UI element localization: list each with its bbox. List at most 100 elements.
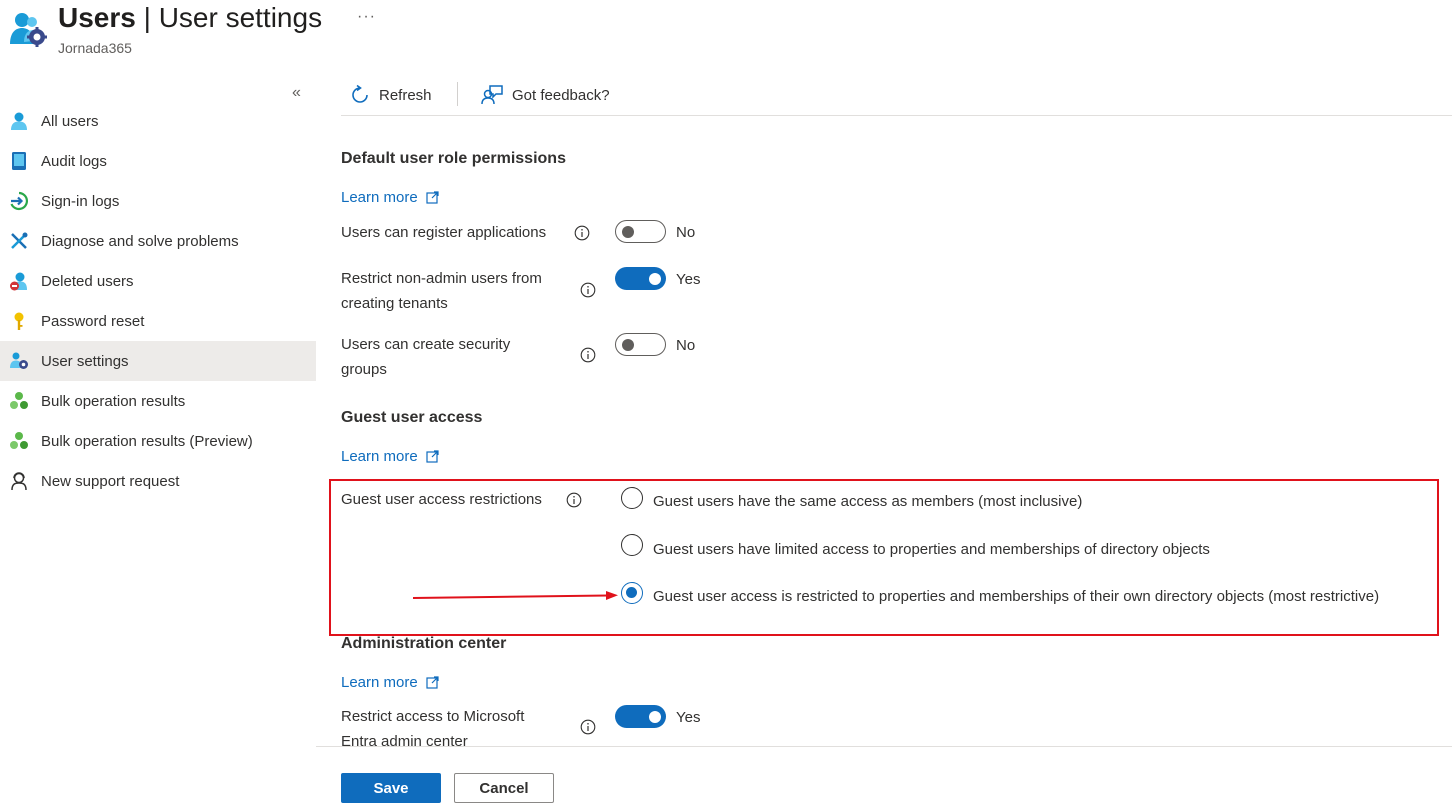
sidebar-item-bulk-results[interactable]: Bulk operation results: [0, 381, 316, 421]
sidebar-item-all-users[interactable]: All users: [0, 101, 316, 141]
setting-label-line: Entra admin center: [341, 733, 468, 750]
annotation-arrow-icon: [412, 591, 618, 600]
page-title: Users | User settings: [58, 2, 322, 34]
sidebar-item-deleted-users[interactable]: Deleted users: [0, 261, 316, 301]
feedback-label: Got feedback?: [512, 86, 610, 104]
learn-more-text: Learn more: [341, 448, 418, 465]
sidebar: « All users Audit logs Sign-in logs Diag…: [0, 80, 316, 500]
support-icon: [9, 471, 29, 491]
save-button[interactable]: Save: [341, 773, 441, 803]
sidebar-item-label: Sign-in logs: [41, 192, 120, 210]
setting-label-line: Restrict non-admin users from: [341, 270, 542, 287]
external-link-icon: [426, 191, 439, 204]
external-link-icon: [426, 450, 439, 463]
sidebar-item-label: Bulk operation results (Preview): [41, 432, 253, 450]
feedback-icon: [481, 85, 503, 105]
restrict-admin-center-toggle[interactable]: [615, 705, 666, 728]
tenant-name: Jornada365: [58, 40, 132, 56]
collapse-sidebar-button[interactable]: «: [292, 84, 301, 102]
setting-label-line: creating tenants: [341, 295, 448, 312]
users-gear-icon: [10, 13, 47, 47]
guest-restrictions-label: Guest user access restrictions: [341, 487, 542, 512]
restrict-tenants-value: Yes: [676, 271, 701, 288]
guest-option-same-access-radio[interactable]: [621, 487, 643, 509]
restrict-tenants-label: Restrict non-admin users from creating t…: [341, 266, 542, 316]
refresh-label: Refresh: [379, 86, 432, 104]
restrict-admin-center-value: Yes: [676, 709, 701, 726]
refresh-button[interactable]: Refresh: [349, 80, 432, 110]
sidebar-item-label: Audit logs: [41, 152, 107, 170]
sidebar-item-label: New support request: [41, 472, 180, 490]
feedback-button[interactable]: Got feedback?: [480, 80, 610, 110]
user-icon: [9, 111, 29, 131]
guest-access-section-title: Guest user access: [341, 409, 483, 426]
info-icon[interactable]: [574, 225, 590, 241]
guest-access-learn-more-link[interactable]: Learn more: [341, 448, 439, 465]
security-groups-value: No: [676, 337, 696, 354]
footer-divider: [316, 746, 1452, 747]
sidebar-item-bulk-results-preview[interactable]: Bulk operation results (Preview): [0, 421, 316, 461]
sidebar-item-label: All users: [41, 112, 99, 130]
learn-more-text: Learn more: [341, 189, 418, 206]
admin-center-section-title: Administration center: [341, 635, 507, 652]
info-icon[interactable]: [566, 492, 582, 508]
admin-center-learn-more-link[interactable]: Learn more: [341, 674, 439, 691]
key-icon: [9, 311, 29, 331]
setting-label-line: Users can register applications: [341, 224, 547, 241]
title-page: User settings: [158, 2, 323, 33]
sidebar-item-label: Diagnose and solve problems: [41, 232, 239, 250]
title-main: Users: [58, 2, 136, 33]
command-bar: Refresh Got feedback?: [341, 76, 1452, 116]
toolbar-divider: [457, 82, 458, 106]
setting-label-line: groups: [341, 361, 387, 378]
guest-option-restricted-label[interactable]: Guest user access is restricted to prope…: [653, 588, 1379, 605]
setting-label-line: Guest user access restrictions: [341, 491, 542, 508]
learn-more-text: Learn more: [341, 674, 418, 691]
info-icon[interactable]: [580, 282, 596, 298]
audit-log-icon: [9, 151, 29, 171]
sidebar-item-diagnose[interactable]: Diagnose and solve problems: [0, 221, 316, 261]
security-groups-toggle[interactable]: [615, 333, 666, 356]
title-separator: |: [135, 2, 159, 33]
toggle-knob: [649, 710, 661, 723]
cancel-button[interactable]: Cancel: [454, 773, 554, 803]
register-apps-toggle[interactable]: [615, 220, 666, 243]
bulk-preview-icon: [9, 431, 29, 451]
setting-label-line: Users can create security: [341, 336, 511, 353]
refresh-icon: [352, 84, 368, 103]
toggle-knob: [649, 272, 661, 285]
sidebar-item-user-settings[interactable]: User settings: [0, 341, 316, 381]
external-link-icon: [426, 676, 439, 689]
sidebar-item-audit-logs[interactable]: Audit logs: [0, 141, 316, 181]
sidebar-item-new-support-request[interactable]: New support request: [0, 461, 316, 501]
default-role-learn-more-link[interactable]: Learn more: [341, 189, 439, 206]
radio-selected-dot: [626, 587, 637, 598]
info-icon[interactable]: [580, 347, 596, 363]
guest-option-same-access-label[interactable]: Guest users have the same access as memb…: [653, 493, 1082, 510]
deleted-user-icon: [9, 271, 29, 291]
user-settings-icon: [9, 351, 29, 371]
register-apps-value: No: [676, 224, 696, 241]
sidebar-item-password-reset[interactable]: Password reset: [0, 301, 316, 341]
security-groups-label: Users can create security groups: [341, 332, 510, 382]
sidebar-item-label: Password reset: [41, 312, 145, 330]
bulk-icon: [9, 391, 29, 411]
guest-option-limited-access-radio[interactable]: [621, 534, 643, 556]
sidebar-item-label: Bulk operation results: [41, 392, 186, 410]
sign-in-icon: [9, 191, 29, 211]
toggle-knob: [622, 339, 634, 351]
more-options-button[interactable]: ···: [357, 8, 376, 26]
sidebar-item-sign-in-logs[interactable]: Sign-in logs: [0, 181, 316, 221]
toggle-knob: [622, 226, 634, 238]
sidebar-item-label: Deleted users: [41, 272, 134, 290]
info-icon[interactable]: [580, 719, 596, 735]
register-apps-label: Users can register applications: [341, 220, 546, 245]
restrict-tenants-toggle[interactable]: [615, 267, 666, 290]
sidebar-item-label: User settings: [41, 352, 129, 370]
wrench-icon: [9, 231, 29, 251]
setting-label-line: Restrict access to Microsoft: [341, 708, 525, 725]
guest-option-restricted-radio[interactable]: [621, 582, 643, 604]
page-header: Users | User settings ··· Jornada365: [0, 0, 1452, 70]
guest-option-limited-access-label[interactable]: Guest users have limited access to prope…: [653, 541, 1210, 558]
default-role-section-title: Default user role permissions: [341, 150, 566, 167]
